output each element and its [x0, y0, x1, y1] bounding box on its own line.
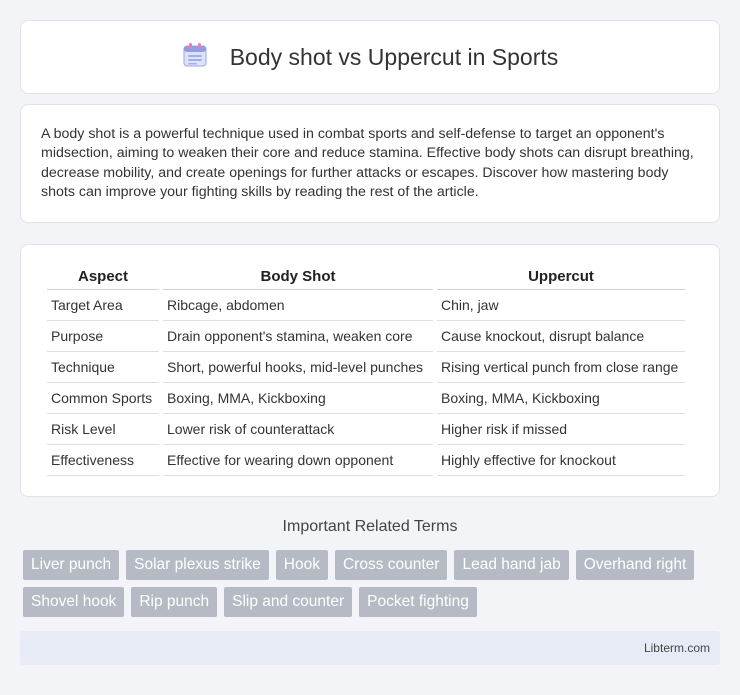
intro-text: A body shot is a powerful technique used…	[41, 126, 694, 201]
cell-uppercut: Boxing, MMA, Kickboxing	[437, 383, 685, 414]
cell-body-shot: Short, powerful hooks, mid-level punches	[163, 352, 433, 383]
tag-pocket-fighting[interactable]: Pocket fighting	[359, 587, 477, 617]
table-row: Effectiveness Effective for wearing down…	[47, 445, 685, 476]
cell-body-shot: Lower risk of counterattack	[163, 414, 433, 445]
header-card: Body shot vs Uppercut in Sports	[20, 20, 720, 94]
calendar-icon	[182, 42, 208, 73]
intro-card: A body shot is a powerful technique used…	[20, 104, 720, 223]
header-aspect: Aspect	[47, 265, 159, 290]
related-terms-tags: Liver punch Solar plexus strike Hook Cro…	[23, 550, 723, 617]
tag-hook[interactable]: Hook	[275, 550, 328, 580]
header-uppercut: Uppercut	[437, 265, 685, 290]
table-row: Target Area Ribcage, abdomen Chin, jaw	[47, 290, 685, 321]
cell-uppercut: Higher risk if missed	[437, 414, 685, 445]
table-row: Purpose Drain opponent's stamina, weaken…	[47, 321, 685, 352]
cell-aspect: Purpose	[47, 321, 159, 352]
page-title: Body shot vs Uppercut in Sports	[229, 43, 559, 70]
comparison-table: Aspect Body Shot Uppercut Target Area Ri…	[43, 265, 689, 476]
tag-shovel-hook[interactable]: Shovel hook	[23, 587, 125, 617]
cell-aspect: Technique	[47, 352, 159, 383]
tag-cross-counter[interactable]: Cross counter	[334, 550, 448, 580]
related-terms-title: Important Related Terms	[282, 518, 458, 535]
cell-aspect: Common Sports	[47, 383, 159, 414]
tag-rip-punch[interactable]: Rip punch	[131, 587, 218, 617]
table-header-row: Aspect Body Shot Uppercut	[47, 265, 685, 290]
tag-overhand-right[interactable]: Overhand right	[575, 550, 695, 580]
cell-aspect: Risk Level	[47, 414, 159, 445]
cell-uppercut: Highly effective for knockout	[437, 445, 685, 476]
cell-aspect: Target Area	[47, 290, 159, 321]
cell-uppercut: Chin, jaw	[437, 290, 685, 321]
cell-body-shot: Effective for wearing down opponent	[163, 445, 433, 476]
comparison-card: Aspect Body Shot Uppercut Target Area Ri…	[20, 244, 720, 497]
table-row: Risk Level Lower risk of counterattack H…	[47, 414, 685, 445]
header-body-shot: Body Shot	[163, 265, 433, 290]
cell-uppercut: Rising vertical punch from close range	[437, 352, 685, 383]
cell-body-shot: Drain opponent's stamina, weaken core	[163, 321, 433, 352]
cell-body-shot: Boxing, MMA, Kickboxing	[163, 383, 433, 414]
cell-body-shot: Ribcage, abdomen	[163, 290, 433, 321]
cell-aspect: Effectiveness	[47, 445, 159, 476]
tag-solar-plexus-strike[interactable]: Solar plexus strike	[126, 550, 269, 580]
footer: Libterm.com	[20, 631, 720, 665]
tag-lead-hand-jab[interactable]: Lead hand jab	[454, 550, 569, 580]
cell-uppercut: Cause knockout, disrupt balance	[437, 321, 685, 352]
table-row: Technique Short, powerful hooks, mid-lev…	[47, 352, 685, 383]
table-row: Common Sports Boxing, MMA, Kickboxing Bo…	[47, 383, 685, 414]
footer-site-link[interactable]: Libterm.com	[644, 641, 710, 655]
tag-slip-and-counter[interactable]: Slip and counter	[224, 587, 353, 617]
tag-liver-punch[interactable]: Liver punch	[23, 550, 120, 580]
